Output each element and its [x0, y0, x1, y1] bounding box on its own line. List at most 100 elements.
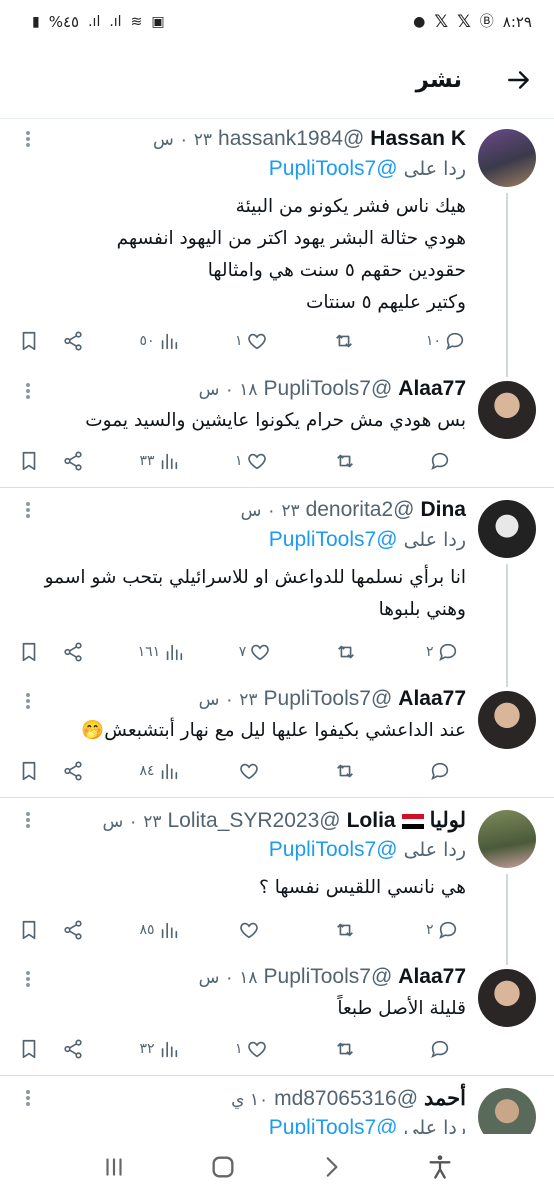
avatar[interactable] — [478, 1088, 536, 1134]
display-name[interactable]: Dina — [420, 498, 466, 522]
like-button[interactable] — [235, 919, 275, 941]
thread-line — [506, 957, 508, 965]
tweet[interactable]: Alaa77 @PupliTools7 ١٨ ٠ س قليلة الأصل ط… — [0, 957, 554, 1075]
retweet-icon — [338, 645, 355, 659]
user-handle[interactable]: @Lolita_SYR2023 — [167, 809, 340, 833]
home-button[interactable] — [203, 1147, 243, 1187]
back-arrow-icon[interactable] — [502, 63, 536, 97]
reply-button[interactable] — [426, 760, 466, 782]
wifi-icon: ≋ — [130, 14, 143, 30]
avatar[interactable] — [478, 969, 536, 1027]
share-icon[interactable] — [62, 330, 84, 352]
share-icon[interactable] — [62, 641, 84, 663]
like-count: ٧ — [238, 644, 247, 660]
views-button[interactable]: ٨٤ — [139, 760, 179, 782]
share-icon[interactable] — [62, 1038, 84, 1060]
views-button[interactable]: ٨٥ — [139, 919, 179, 941]
tweet-actions: ٢ ٨٥ — [18, 916, 466, 944]
reply-mention[interactable]: @PupliTools7 — [269, 838, 398, 861]
reply-icon — [431, 452, 449, 470]
tweet-text-line: حقودين حقهم ٥ سنت هي وامثالها — [207, 260, 466, 281]
views-icon — [166, 644, 183, 661]
views-button[interactable]: ٣٣ — [139, 450, 179, 472]
user-handle[interactable]: @PupliTools7 — [264, 687, 393, 711]
views-icon — [161, 763, 177, 780]
tweet[interactable]: Hassan K @hassank1984 ٢٣ ٠ س ردا على @Pu… — [0, 119, 554, 369]
views-button[interactable]: ٣٢ — [139, 1038, 179, 1060]
tweet[interactable]: لوليا Lolia @Lolita_SYR2023 ٢٣ ٠ س ردا ع… — [0, 797, 554, 958]
display-name[interactable]: Alaa77 — [398, 377, 466, 401]
retweet-button[interactable] — [331, 760, 371, 782]
tweet-text: هي نانسي اللقيس نفسها ؟ — [18, 872, 466, 904]
avatar[interactable] — [478, 381, 536, 439]
timestamp: ١٨ ٠ س — [198, 968, 258, 988]
reply-button[interactable] — [426, 450, 466, 472]
retweet-button[interactable] — [331, 919, 371, 941]
reply-mention[interactable]: @PupliTools7 — [269, 528, 398, 551]
tweet[interactable]: Dina @denorita2 ٢٣ ٠ س ردا على @PupliToo… — [0, 487, 554, 680]
reply-mention[interactable]: @PupliTools7 — [269, 157, 398, 180]
tweet-text-line: هيك ناس فشر يكونو من البيئة — [235, 196, 466, 217]
views-icon — [161, 922, 177, 939]
tweet[interactable]: Alaa77 @PupliTools7 ٢٣ ٠ س عند الداعشي ب… — [0, 679, 554, 797]
share-icon[interactable] — [62, 919, 84, 941]
like-button[interactable]: ١ — [235, 450, 275, 472]
display-name[interactable]: Alaa77 — [398, 687, 466, 711]
display-name[interactable]: Lolia — [347, 809, 396, 833]
like-button[interactable] — [235, 760, 275, 782]
display-name-arabic[interactable]: لوليا — [430, 808, 466, 833]
tweet[interactable]: أحمد @md87065316 ١٠ ي ردا على @PupliTool… — [0, 1075, 554, 1134]
back-button[interactable] — [311, 1147, 351, 1187]
views-icon — [161, 453, 177, 470]
bookmark-icon[interactable] — [18, 641, 40, 663]
avatar[interactable] — [478, 691, 536, 749]
retweet-button[interactable] — [331, 450, 371, 472]
tweet-text-line: وكتير عليهم ٥ سنتات — [305, 292, 466, 313]
status-left-icons: ▮ %٤٥ .ıl .ıl ≋ ▣ — [32, 13, 165, 31]
system-nav-bar — [0, 1134, 554, 1200]
user-handle[interactable]: @PupliTools7 — [264, 377, 393, 401]
display-name[interactable]: Hassan K — [370, 127, 466, 151]
like-button[interactable]: ٧ — [239, 641, 279, 663]
bookmark-icon[interactable] — [18, 1038, 40, 1060]
user-handle[interactable]: @denorita2 — [306, 498, 415, 522]
reply-button[interactable]: ١٠ — [426, 330, 466, 352]
views-button[interactable]: ٥٠ — [139, 330, 179, 352]
like-button[interactable]: ١ — [235, 1038, 275, 1060]
reply-prefix: ردا على — [403, 839, 466, 861]
reply-button[interactable]: ٢ — [426, 919, 466, 941]
reply-prefix: ردا على — [403, 529, 466, 551]
like-button[interactable]: ١ — [235, 330, 275, 352]
bookmark-icon[interactable] — [18, 760, 40, 782]
display-name[interactable]: أحمد — [424, 1086, 466, 1111]
tweet-header: Hassan K @hassank1984 ٢٣ ٠ س — [18, 127, 466, 153]
timestamp: ٢٣ ٠ س — [240, 501, 300, 521]
reply-button[interactable] — [426, 1038, 466, 1060]
user-handle[interactable]: @hassank1984 — [218, 127, 364, 151]
retweet-button[interactable] — [330, 330, 370, 352]
avatar[interactable] — [478, 810, 536, 868]
retweet-button[interactable] — [331, 1038, 371, 1060]
avatar[interactable] — [478, 129, 536, 187]
bookmark-icon[interactable] — [18, 330, 40, 352]
status-right-icons: ● 𝕏 𝕏 Ⓑ ٨:٢٩ — [413, 12, 532, 32]
avatar[interactable] — [478, 500, 536, 558]
share-icon[interactable] — [62, 760, 84, 782]
bookmark-icon[interactable] — [18, 919, 40, 941]
retweet-button[interactable] — [332, 641, 372, 663]
accessibility-icon[interactable] — [420, 1147, 460, 1187]
tweet-header: أحمد @md87065316 ١٠ ي — [18, 1086, 466, 1112]
views-button[interactable]: ١٦١ — [138, 641, 186, 663]
recent-apps-button[interactable] — [94, 1147, 134, 1187]
share-icon[interactable] — [62, 450, 84, 472]
user-handle[interactable]: @md87065316 — [274, 1087, 418, 1111]
reply-mention[interactable]: @PupliTools7 — [269, 1116, 398, 1134]
tweet-header: Alaa77 @PupliTools7 ١٨ ٠ س — [18, 965, 466, 991]
view-count: ٣٢ — [139, 1041, 155, 1057]
display-name[interactable]: Alaa77 — [398, 965, 466, 989]
bookmark-icon[interactable] — [18, 450, 40, 472]
reply-button[interactable]: ٢ — [426, 641, 466, 663]
tweet[interactable]: Alaa77 @PupliTools7 ١٨ ٠ س بس هودي مش حر… — [0, 369, 554, 487]
user-handle[interactable]: @PupliTools7 — [264, 965, 393, 989]
heart-icon — [247, 333, 266, 350]
